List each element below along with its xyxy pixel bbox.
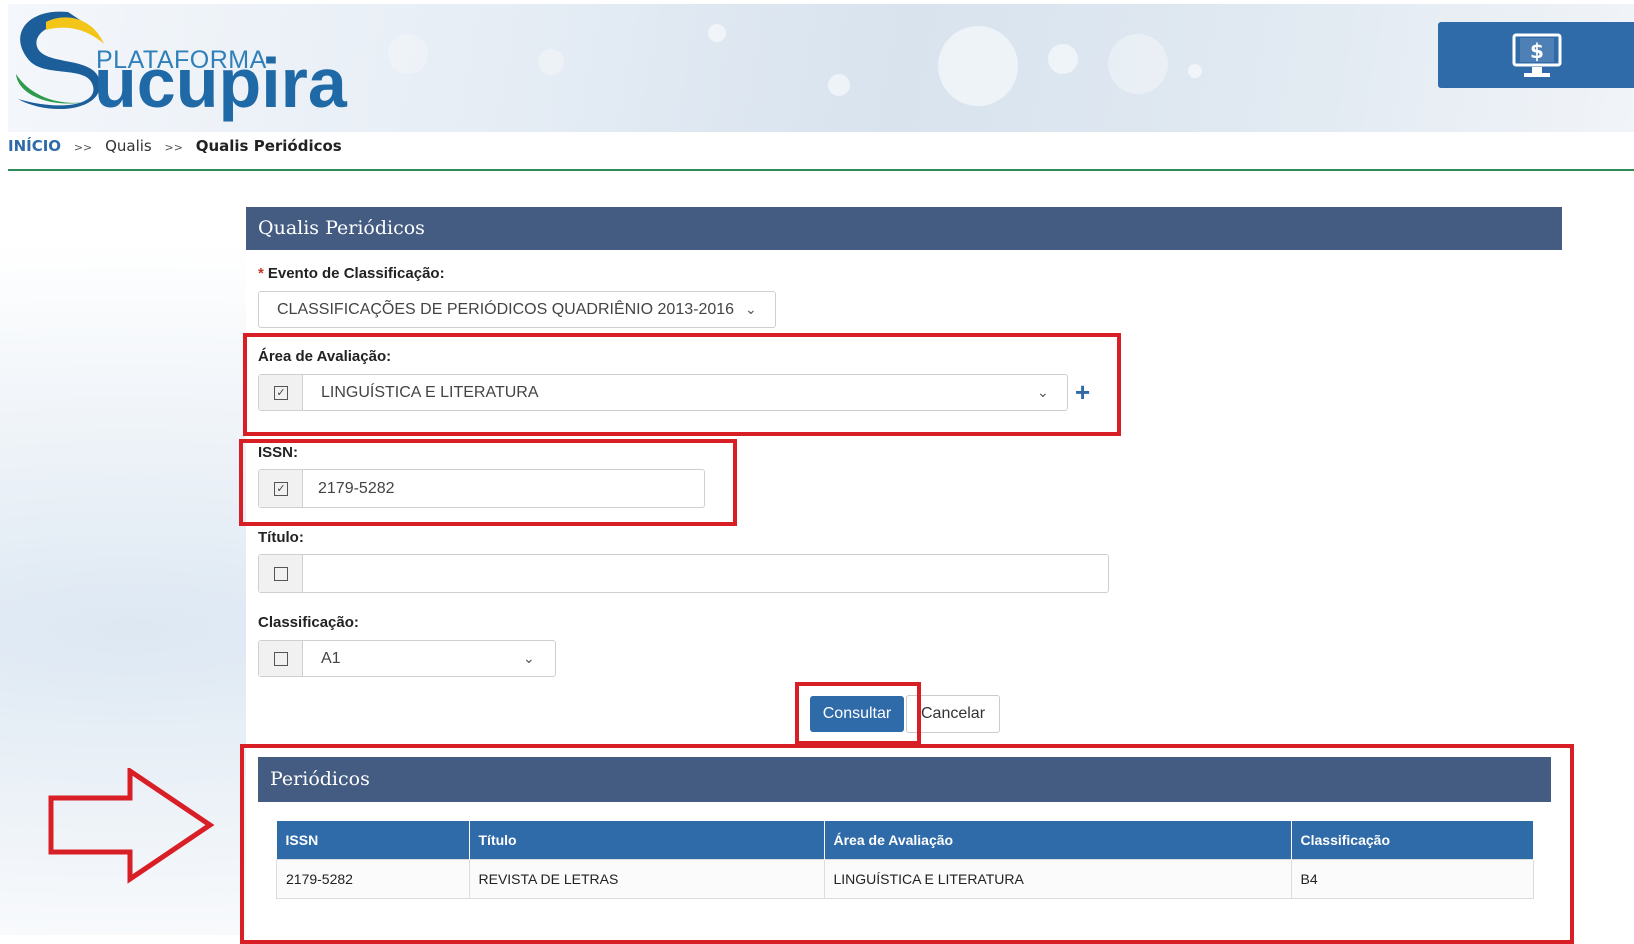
annotation-box-area xyxy=(243,333,1121,436)
form-panel-title: Qualis Periódicos xyxy=(246,207,1562,250)
breadcrumb-separator: >> xyxy=(73,141,93,154)
titulo-field[interactable] xyxy=(258,554,1109,593)
evento-label: * Evento de Classificação: xyxy=(258,265,445,282)
classificacao-label: Classificação: xyxy=(258,614,359,631)
chevron-down-icon: ⌄ xyxy=(523,650,535,666)
annotation-box-results xyxy=(240,744,1574,944)
monitor-dollar-icon: $ xyxy=(1512,33,1562,77)
annotation-box-issn xyxy=(239,439,737,526)
evento-select[interactable]: CLASSIFICAÇÕES DE PERIÓDICOS QUADRIÊNIO … xyxy=(258,291,776,328)
required-marker: * xyxy=(258,265,264,282)
svg-text:$: $ xyxy=(1530,39,1544,63)
annotation-arrow-icon xyxy=(48,768,215,884)
annotation-box-consultar xyxy=(795,682,921,745)
breadcrumb-qualis-link[interactable]: Qualis xyxy=(105,137,152,155)
titulo-checkbox-cell xyxy=(259,555,303,592)
evento-select-value: CLASSIFICAÇÕES DE PERIÓDICOS QUADRIÊNIO … xyxy=(277,301,735,318)
evento-label-text: Evento de Classificação: xyxy=(267,265,445,282)
sucupira-logo[interactable]: PLATAFORMA ucupira xyxy=(8,4,348,124)
classificacao-checkbox[interactable] xyxy=(274,652,288,666)
classificacao-select[interactable]: A1 ⌄ xyxy=(258,640,556,677)
logo-swoosh-icon xyxy=(16,11,104,110)
breadcrumb-current: Qualis Periódicos xyxy=(195,137,342,155)
titulo-label: Título: xyxy=(258,529,304,546)
monitor-button[interactable]: $ xyxy=(1438,22,1634,88)
chevron-down-icon: ⌄ xyxy=(745,301,757,317)
titulo-checkbox[interactable] xyxy=(274,567,288,581)
logo-sucupira-text: ucupira xyxy=(94,44,347,122)
breadcrumb: INÍCIO >> Qualis >> Qualis Periódicos xyxy=(8,137,342,155)
breadcrumb-separator: >> xyxy=(164,141,183,154)
breadcrumb-home-link[interactable]: INÍCIO xyxy=(8,137,61,155)
header-divider xyxy=(8,169,1634,171)
classificacao-select-value: A1 xyxy=(321,650,341,667)
header-banner: PLATAFORMA ucupira $ xyxy=(8,4,1634,132)
classificacao-checkbox-cell xyxy=(259,641,303,676)
